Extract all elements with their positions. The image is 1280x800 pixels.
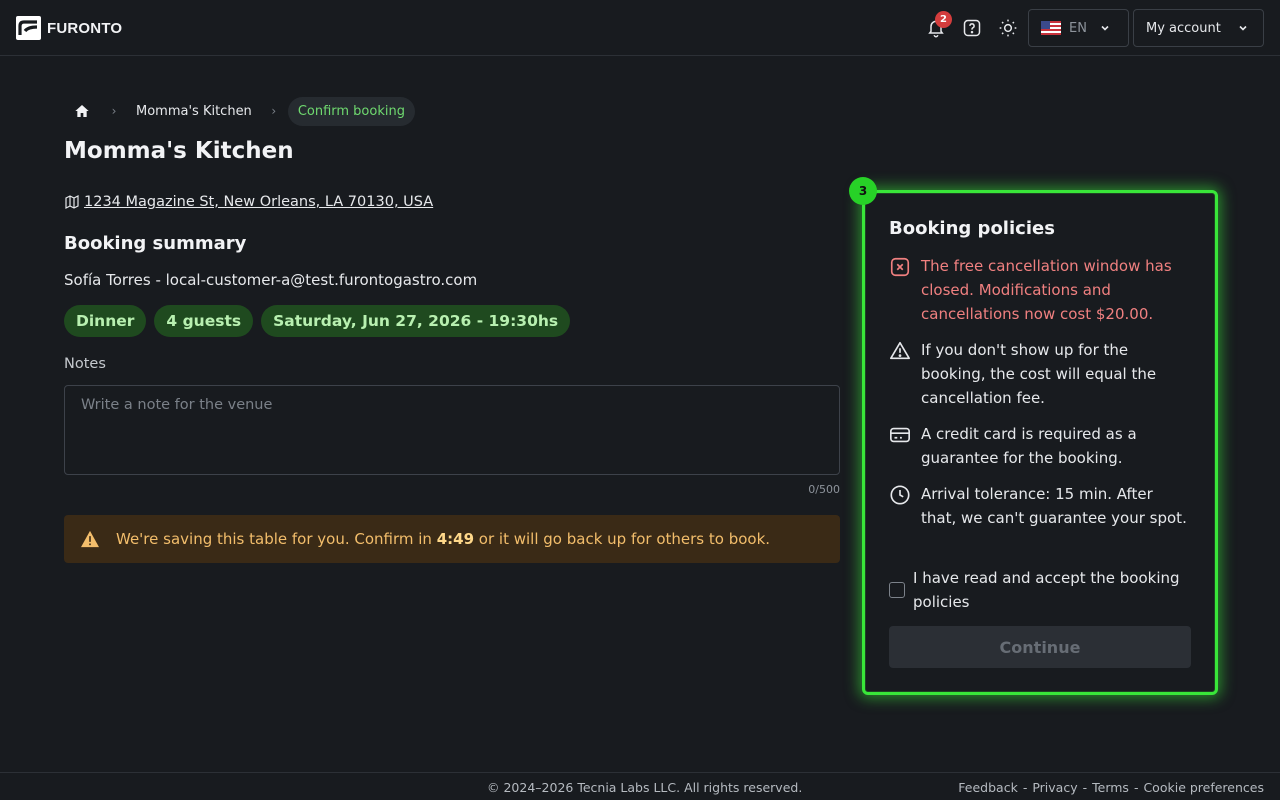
- footer-link-cookies[interactable]: Cookie preferences: [1143, 780, 1264, 795]
- notes-char-counter: 0/500: [808, 483, 840, 496]
- breadcrumb-venue[interactable]: Momma's Kitchen: [128, 104, 260, 119]
- x-square-icon: [890, 257, 910, 277]
- continue-button[interactable]: Continue: [889, 626, 1191, 668]
- notes-label: Notes: [64, 356, 106, 372]
- chevron-right-icon: ›: [271, 104, 277, 118]
- policy-arrival-tolerance: Arrival tolerance: 15 min. After that, w…: [889, 482, 1189, 530]
- help-button[interactable]: [960, 16, 984, 40]
- language-code: EN: [1069, 20, 1087, 36]
- policy-cancellation: The free cancellation window has closed.…: [889, 254, 1189, 326]
- sun-icon: [999, 19, 1017, 37]
- map-icon: [65, 195, 79, 209]
- footer-link-terms[interactable]: Terms: [1092, 780, 1129, 795]
- breadcrumb-home[interactable]: [64, 96, 100, 126]
- venue-address: 1234 Magazine St, New Orleans, LA 70130,…: [64, 194, 433, 210]
- booking-chips: Dinner 4 guests Saturday, Jun 27, 2026 -…: [64, 305, 571, 337]
- checkbox[interactable]: [889, 582, 905, 598]
- warning-icon: [890, 341, 910, 360]
- account-label: My account: [1146, 20, 1221, 36]
- clock-icon: [890, 485, 910, 505]
- chevron-down-icon: [1239, 25, 1247, 31]
- account-menu-button[interactable]: My account: [1133, 9, 1264, 47]
- chevron-right-icon: ›: [111, 104, 117, 118]
- brand-logo[interactable]: FURONTO: [16, 16, 122, 40]
- us-flag-icon: [1041, 21, 1061, 35]
- notes-input[interactable]: [64, 385, 840, 475]
- hold-timer-alert: We're saving this table for you. Confirm…: [64, 515, 840, 563]
- guest-info: Sofía Torres - local-customer-a@test.fur…: [64, 271, 478, 289]
- accept-policies-label: I have read and accept the booking polic…: [913, 569, 1180, 611]
- meal-chip: Dinner: [64, 305, 147, 337]
- top-bar: FURONTO 2 EN My account: [0, 0, 1280, 56]
- credit-card-icon: [890, 427, 910, 443]
- theme-toggle-button[interactable]: [996, 16, 1020, 40]
- breadcrumb: › Momma's Kitchen › Confirm booking: [64, 96, 415, 126]
- separator: -: [1082, 780, 1088, 795]
- guests-chip: 4 guests: [154, 305, 254, 337]
- breadcrumb-current: Confirm booking: [287, 96, 415, 126]
- countdown-timer: 4:49: [436, 530, 475, 548]
- hold-alert-text: We're saving this table for you. Confirm…: [116, 530, 771, 548]
- policy-no-show: If you don't show up for the booking, th…: [889, 338, 1189, 410]
- warning-icon: [81, 530, 99, 548]
- separator: -: [1133, 780, 1139, 795]
- datetime-chip: Saturday, Jun 27, 2026 - 19:30hs: [261, 305, 571, 337]
- footer-link-feedback[interactable]: Feedback: [958, 780, 1018, 795]
- brand-name: FURONTO: [47, 19, 123, 37]
- accept-policies-checkbox[interactable]: I have read and accept the booking polic…: [889, 566, 1189, 614]
- booking-summary-heading: Booking summary: [64, 233, 247, 254]
- footer: © 2024–2026 Tecnia Labs LLC. All rights …: [0, 772, 1280, 800]
- home-icon: [75, 105, 89, 117]
- help-icon: [963, 19, 981, 37]
- footer-links: Feedback - Privacy - Terms - Cookie pref…: [958, 780, 1264, 795]
- logo-mark-icon: [16, 16, 41, 40]
- policy-credit-card: A credit card is required as a guarantee…: [889, 422, 1189, 470]
- notification-badge: 2: [935, 11, 952, 28]
- copyright: © 2024–2026 Tecnia Labs LLC. All rights …: [487, 780, 803, 795]
- footer-link-privacy[interactable]: Privacy: [1032, 780, 1077, 795]
- address-link[interactable]: 1234 Magazine St, New Orleans, LA 70130,…: [84, 194, 433, 210]
- step-badge: 3: [849, 177, 877, 205]
- policies-heading: Booking policies: [889, 218, 1055, 239]
- page-title: Momma's Kitchen: [64, 138, 294, 164]
- language-selector[interactable]: EN: [1028, 9, 1129, 47]
- chevron-down-icon: [1101, 25, 1109, 31]
- separator: -: [1022, 780, 1028, 795]
